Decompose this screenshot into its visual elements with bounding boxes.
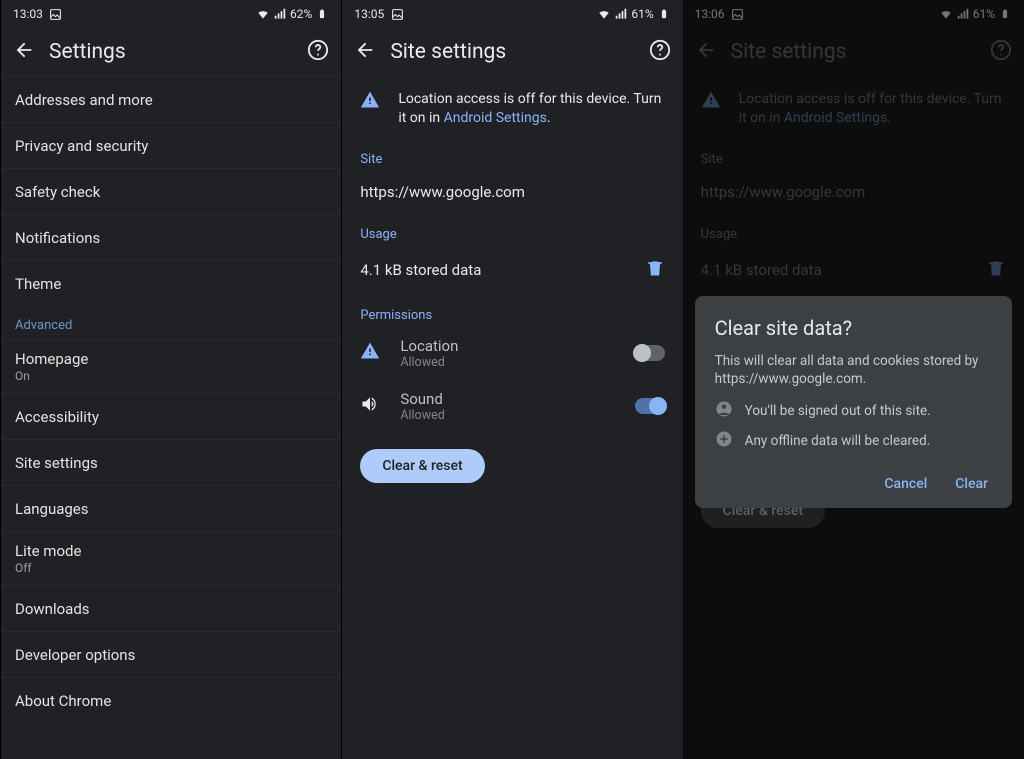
menu-label: Downloads bbox=[15, 600, 327, 618]
section-usage: Usage bbox=[342, 213, 682, 246]
page-title: Site settings bbox=[390, 40, 634, 64]
status-bar: 13:05 61% bbox=[342, 0, 682, 28]
status-time: 13:03 bbox=[13, 7, 43, 21]
warning-icon bbox=[360, 90, 380, 114]
wifi-icon bbox=[597, 7, 611, 21]
menu-label: Notifications bbox=[15, 229, 327, 247]
menu-safety[interactable]: Safety check bbox=[1, 168, 341, 214]
panel-site-settings: 13:05 61% Site settings Location access … bbox=[341, 0, 682, 759]
battery-icon bbox=[657, 7, 671, 21]
clear-button[interactable]: Clear bbox=[951, 470, 992, 498]
android-settings-link[interactable]: Android Settings bbox=[444, 110, 547, 126]
menu-label: Developer options bbox=[15, 646, 327, 664]
usage-row[interactable]: 4.1 kB stored data bbox=[342, 246, 682, 294]
panel-site-settings-dialog: 13:06 61% Site settings Location access … bbox=[683, 0, 1024, 759]
site-url: https://www.google.com bbox=[342, 171, 682, 213]
signal-icon bbox=[614, 7, 628, 21]
menu-label: Accessibility bbox=[15, 408, 327, 426]
picture-icon bbox=[390, 7, 404, 21]
perm-sub: Allowed bbox=[400, 408, 614, 423]
status-battery: 61% bbox=[631, 7, 653, 21]
status-battery: 62% bbox=[290, 7, 312, 21]
perm-title: Sound bbox=[400, 390, 614, 408]
warning-text-suffix: . bbox=[547, 110, 551, 126]
menu-label: About Chrome bbox=[15, 692, 327, 710]
menu-privacy[interactable]: Privacy and security bbox=[1, 122, 341, 168]
menu-languages[interactable]: Languages bbox=[1, 485, 341, 531]
menu-notifications[interactable]: Notifications bbox=[1, 214, 341, 260]
usage-text: 4.1 kB stored data bbox=[360, 261, 644, 279]
perm-sub: Allowed bbox=[400, 355, 614, 370]
sound-toggle[interactable] bbox=[635, 398, 665, 414]
panel-settings: 13:03 62% Settings Addresses and more bbox=[0, 0, 341, 759]
status-bar: 13:03 62% bbox=[1, 0, 341, 28]
perm-sound[interactable]: Sound Allowed bbox=[342, 380, 682, 433]
wifi-icon bbox=[256, 7, 270, 21]
page-title: Settings bbox=[49, 40, 293, 64]
menu-label: Theme bbox=[15, 275, 327, 293]
warning-icon bbox=[360, 341, 380, 365]
menu-lite-mode[interactable]: Lite mode Off bbox=[1, 531, 341, 585]
trash-icon[interactable] bbox=[645, 258, 665, 282]
menu-developer[interactable]: Developer options bbox=[1, 631, 341, 677]
location-toggle[interactable] bbox=[635, 345, 665, 361]
dialog-body: This will clear all data and cookies sto… bbox=[715, 352, 992, 388]
sound-icon bbox=[360, 394, 380, 418]
menu-homepage[interactable]: Homepage On bbox=[1, 339, 341, 393]
dialog-bullet-text: Any offline data will be cleared. bbox=[745, 433, 931, 449]
menu-label: Safety check bbox=[15, 183, 327, 201]
dialog-title: Clear site data? bbox=[715, 316, 992, 340]
menu-addresses[interactable]: Addresses and more bbox=[1, 76, 341, 122]
menu-label: Languages bbox=[15, 500, 327, 518]
user-slash-icon bbox=[715, 400, 733, 422]
menu-label: Lite mode bbox=[15, 542, 327, 560]
menu-label: Site settings bbox=[15, 454, 327, 472]
menu-theme[interactable]: Theme bbox=[1, 260, 341, 306]
picture-icon bbox=[49, 7, 63, 21]
menu-label: Homepage bbox=[15, 350, 327, 368]
menu-sub: Off bbox=[15, 561, 327, 575]
offline-icon bbox=[715, 430, 733, 452]
clear-reset-button[interactable]: Clear & reset bbox=[360, 449, 484, 483]
perm-title: Location bbox=[400, 337, 614, 355]
menu-accessibility[interactable]: Accessibility bbox=[1, 393, 341, 439]
status-time: 13:05 bbox=[354, 7, 384, 21]
dialog-bullet-1: You'll be signed out of this site. bbox=[715, 400, 992, 422]
cancel-button[interactable]: Cancel bbox=[880, 470, 931, 498]
battery-icon bbox=[315, 7, 329, 21]
menu-label: Privacy and security bbox=[15, 137, 327, 155]
back-icon[interactable] bbox=[13, 39, 35, 65]
section-advanced: Advanced bbox=[1, 306, 341, 339]
menu-downloads[interactable]: Downloads bbox=[1, 585, 341, 631]
menu-sub: On bbox=[15, 369, 327, 383]
menu-label: Addresses and more bbox=[15, 91, 327, 109]
menu-about[interactable]: About Chrome bbox=[1, 677, 341, 723]
dialog-bullet-2: Any offline data will be cleared. bbox=[715, 430, 992, 452]
help-icon[interactable] bbox=[649, 39, 671, 65]
menu-site-settings[interactable]: Site settings bbox=[1, 439, 341, 485]
top-bar: Settings bbox=[1, 28, 341, 76]
clear-site-data-dialog: Clear site data? This will clear all dat… bbox=[695, 296, 1012, 508]
dialog-bullet-text: You'll be signed out of this site. bbox=[745, 403, 931, 419]
perm-location[interactable]: Location Allowed bbox=[342, 327, 682, 380]
help-icon[interactable] bbox=[307, 39, 329, 65]
back-icon[interactable] bbox=[354, 39, 376, 65]
location-warning: Location access is off for this device. … bbox=[342, 76, 682, 138]
section-permissions: Permissions bbox=[342, 294, 682, 327]
section-site: Site bbox=[342, 138, 682, 171]
top-bar: Site settings bbox=[342, 28, 682, 76]
signal-icon bbox=[273, 7, 287, 21]
